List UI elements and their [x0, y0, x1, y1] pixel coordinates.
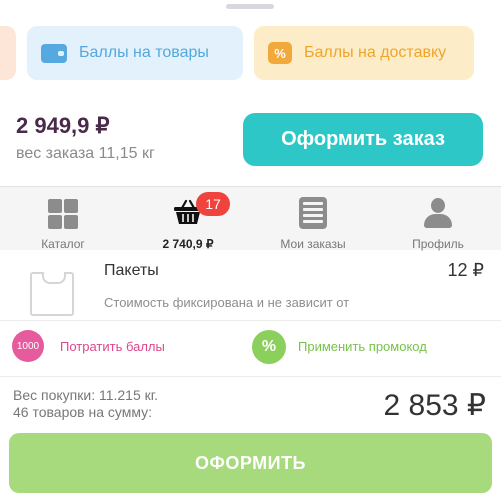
spend-points-link[interactable]: Потратить баллы: [60, 339, 165, 354]
wallet-icon: [41, 43, 67, 63]
sheet-drag-handle[interactable]: [226, 4, 274, 9]
place-order-button[interactable]: Оформить заказ: [243, 113, 483, 166]
points-on-goods-label: Баллы на товары: [79, 44, 209, 61]
bag-image: [30, 272, 74, 316]
tab-catalog[interactable]: Каталог: [8, 187, 118, 251]
tab-cart-label: 2 740,9 ₽: [162, 237, 214, 251]
items-count: 46 товаров на сумму:: [13, 404, 153, 420]
apply-promo-link[interactable]: Применить промокод: [298, 339, 427, 354]
tab-catalog-label: Каталог: [41, 237, 85, 251]
tab-my-orders-label: Мои заказы: [280, 237, 346, 251]
tab-my-orders[interactable]: Мои заказы: [258, 187, 368, 251]
cart-count-badge: 17: [196, 192, 230, 216]
grid-icon: [48, 199, 78, 229]
list-icon: [299, 197, 327, 229]
chip-partial-left[interactable]: [0, 26, 16, 80]
divider: [0, 376, 501, 377]
purchase-weight: Вес покупки: 11.215 кг.: [13, 387, 159, 403]
checkout-button[interactable]: ОФОРМИТЬ: [9, 433, 492, 493]
points-on-delivery-label: Баллы на доставку: [304, 44, 447, 61]
product-price: 12 ₽: [447, 260, 484, 280]
product-note: Стоимость фиксирована и не зависит от: [104, 295, 350, 310]
purchase-total: 2 853 ₽: [383, 389, 487, 422]
points-chips-row: Баллы на товары % Баллы на доставку: [0, 26, 501, 80]
tab-profile[interactable]: Профиль: [383, 187, 493, 251]
points-on-delivery-chip[interactable]: % Баллы на доставку: [254, 26, 474, 80]
percent-icon: %: [268, 42, 292, 64]
points-badge-icon[interactable]: 1000: [12, 330, 44, 362]
divider: [0, 320, 501, 321]
tab-profile-label: Профиль: [412, 237, 464, 251]
bottom-tab-bar: Каталог 2 740,9 ₽ Мои заказы Профиль: [0, 186, 501, 251]
user-icon: [424, 198, 452, 228]
promo-percent-icon[interactable]: %: [252, 330, 286, 364]
order-total: 2 949,9 ₽: [16, 113, 110, 138]
order-weight: вес заказа 11,15 кг: [16, 145, 155, 162]
points-on-goods-chip[interactable]: Баллы на товары: [27, 26, 243, 80]
product-name: Пакеты: [104, 262, 159, 279]
